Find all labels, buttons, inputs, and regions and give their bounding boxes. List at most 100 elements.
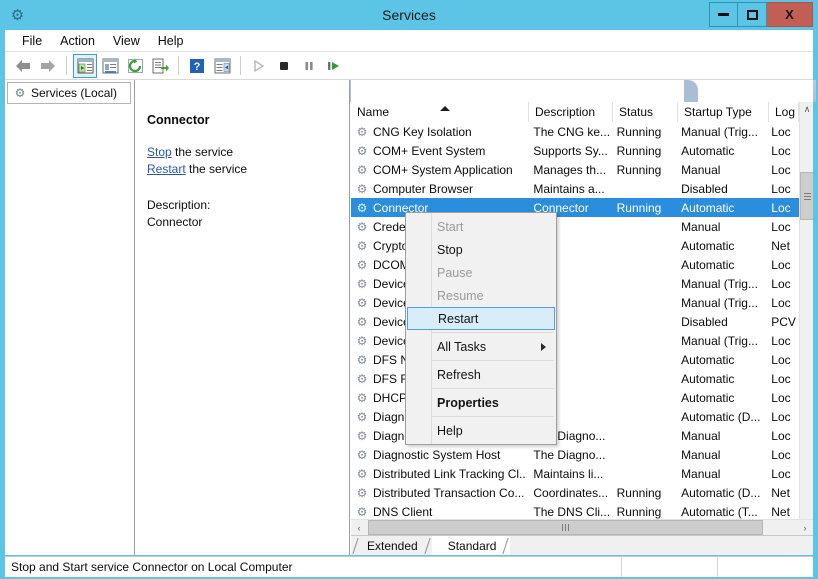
cell-logon: Loc: [765, 429, 799, 443]
back-arrow-icon[interactable]: [11, 54, 35, 78]
cell-description: The CNG ke...: [527, 125, 610, 139]
context-menu-item-stop[interactable]: Stop: [406, 238, 556, 261]
table-row[interactable]: ⚙COM+ Event SystemSupports Sy...RunningA…: [351, 141, 799, 160]
cell-text: COM+ System Application: [373, 163, 513, 177]
svg-text:?: ?: [194, 61, 201, 73]
cell-logon: Loc: [765, 353, 799, 367]
menu-action[interactable]: Action: [51, 32, 104, 50]
restart-service-link[interactable]: Restart: [147, 162, 186, 176]
table-row[interactable]: ⚙Distributed Transaction Co...Coordinate…: [351, 483, 799, 502]
service-gear-icon: ⚙: [355, 486, 369, 500]
horizontal-scrollbar[interactable]: ‹ ›: [351, 519, 813, 535]
cell-logon: Loc: [765, 182, 799, 196]
restart-service-icon[interactable]: [322, 54, 346, 78]
cell-text: CNG Key Isolation: [373, 125, 472, 139]
tab-standard[interactable]: Standard: [432, 536, 511, 555]
service-gear-icon: ⚙: [355, 334, 369, 348]
cell-startup: Manual (Trig...: [675, 125, 765, 139]
column-header-description[interactable]: Description: [529, 102, 613, 122]
table-row[interactable]: ⚙Distributed Link Tracking Cl...Maintain…: [351, 464, 799, 483]
show-hide-console-tree-icon[interactable]: [73, 54, 97, 78]
tab-right-slant: [424, 538, 430, 554]
cell-logon: Loc: [765, 144, 799, 158]
column-header-startup-type[interactable]: Startup Type: [678, 102, 769, 122]
column-header-status[interactable]: Status: [613, 102, 678, 122]
menu-help[interactable]: Help: [149, 32, 193, 50]
cell-logon: PCV: [765, 315, 799, 329]
view-tabs: Extended Standard: [351, 535, 813, 555]
service-gear-icon: ⚙: [355, 372, 369, 386]
table-row[interactable]: ⚙CNG Key IsolationThe CNG ke...RunningMa…: [351, 122, 799, 141]
context-menu-item-help[interactable]: Help: [406, 419, 556, 442]
stop-service-line: Stop the service: [147, 144, 247, 161]
service-gear-icon: ⚙: [355, 201, 369, 215]
maximize-button[interactable]: [738, 2, 767, 27]
minimize-button[interactable]: [709, 2, 738, 27]
menu-file[interactable]: File: [13, 32, 51, 50]
show-hide-action-pane-icon[interactable]: [210, 54, 234, 78]
scroll-right-button[interactable]: ›: [797, 520, 813, 535]
cell-name: ⚙Diagnostic System Host: [351, 448, 527, 462]
sort-ascending-icon: [440, 106, 450, 111]
tab-standard-label: Standard: [448, 539, 497, 553]
context-menu-item-resume: Resume: [406, 284, 556, 307]
help-icon[interactable]: ?: [185, 54, 209, 78]
window-title: Services: [0, 0, 818, 30]
context-menu-item-label: Start: [437, 220, 463, 234]
vertical-scrollbar[interactable]: ∧ ∨: [799, 102, 813, 535]
menu-view[interactable]: View: [104, 32, 149, 50]
cell-status: Running: [611, 163, 675, 177]
table-row[interactable]: ⚙Diagnostic System HostThe Diagno...Manu…: [351, 445, 799, 464]
scroll-left-button[interactable]: ‹: [351, 520, 367, 535]
column-header-name[interactable]: Name: [351, 102, 529, 122]
context-menu-item-properties[interactable]: Properties: [406, 391, 556, 414]
scroll-grip-icon: [804, 196, 811, 197]
tab-extended[interactable]: Extended: [351, 536, 432, 555]
scroll-grip-icon: [565, 524, 566, 531]
cell-logon: Loc: [765, 277, 799, 291]
properties-icon[interactable]: [98, 54, 122, 78]
cell-logon: Loc: [765, 334, 799, 348]
minimize-icon: [718, 13, 729, 16]
tree-node-label: Services (Local): [31, 86, 117, 100]
cell-text: Distributed Link Tracking Cl...: [373, 467, 527, 481]
vertical-scroll-thumb[interactable]: [800, 172, 813, 220]
cell-description: The DNS Cli...: [527, 505, 610, 519]
stop-service-link[interactable]: Stop: [147, 145, 172, 159]
close-button[interactable]: X: [767, 2, 813, 27]
context-menu-item-refresh[interactable]: Refresh: [406, 363, 556, 386]
export-list-icon[interactable]: [148, 54, 172, 78]
table-row[interactable]: ⚙COM+ System ApplicationManages th...Run…: [351, 160, 799, 179]
stop-service-icon[interactable]: [272, 54, 296, 78]
horizontal-scroll-thumb[interactable]: [368, 520, 763, 535]
cell-startup: Automatic (D...: [675, 410, 765, 424]
cell-text: Distributed Transaction Co...: [373, 486, 524, 500]
refresh-icon[interactable]: [123, 54, 147, 78]
context-menu-item-all-tasks[interactable]: All Tasks: [406, 335, 556, 358]
context-menu-item-label: Refresh: [437, 368, 481, 382]
cell-status: Running: [611, 486, 675, 500]
context-menu-item-restart[interactable]: Restart: [407, 307, 555, 330]
cell-logon: Loc: [765, 448, 799, 462]
column-header-log-on-as[interactable]: Log: [769, 102, 799, 122]
cell-startup: Manual (Trig...: [675, 334, 765, 348]
cell-logon: Loc: [765, 410, 799, 424]
service-gear-icon: ⚙: [355, 296, 369, 310]
cell-status: Running: [611, 505, 675, 519]
scroll-up-button[interactable]: ∧: [800, 102, 813, 117]
cell-startup: Automatic: [675, 372, 765, 386]
tree-node-services-local[interactable]: ⚙ Services (Local): [7, 82, 131, 104]
maximize-icon: [747, 10, 758, 20]
cell-startup: Manual: [675, 163, 765, 177]
cell-description: Manages th...: [527, 163, 610, 177]
cell-logon: Loc: [765, 391, 799, 405]
cell-startup: Automatic: [675, 391, 765, 405]
cell-startup: Automatic: [675, 258, 765, 272]
start-service-icon[interactable]: [247, 54, 271, 78]
toolbar: ?: [5, 52, 813, 80]
forward-arrow-icon[interactable]: [36, 54, 60, 78]
table-row[interactable]: ⚙Computer BrowserMaintains a...DisabledL…: [351, 179, 799, 198]
service-gear-icon: ⚙: [355, 448, 369, 462]
pause-service-icon[interactable]: [297, 54, 321, 78]
submenu-chevron-right-icon: [541, 343, 546, 351]
